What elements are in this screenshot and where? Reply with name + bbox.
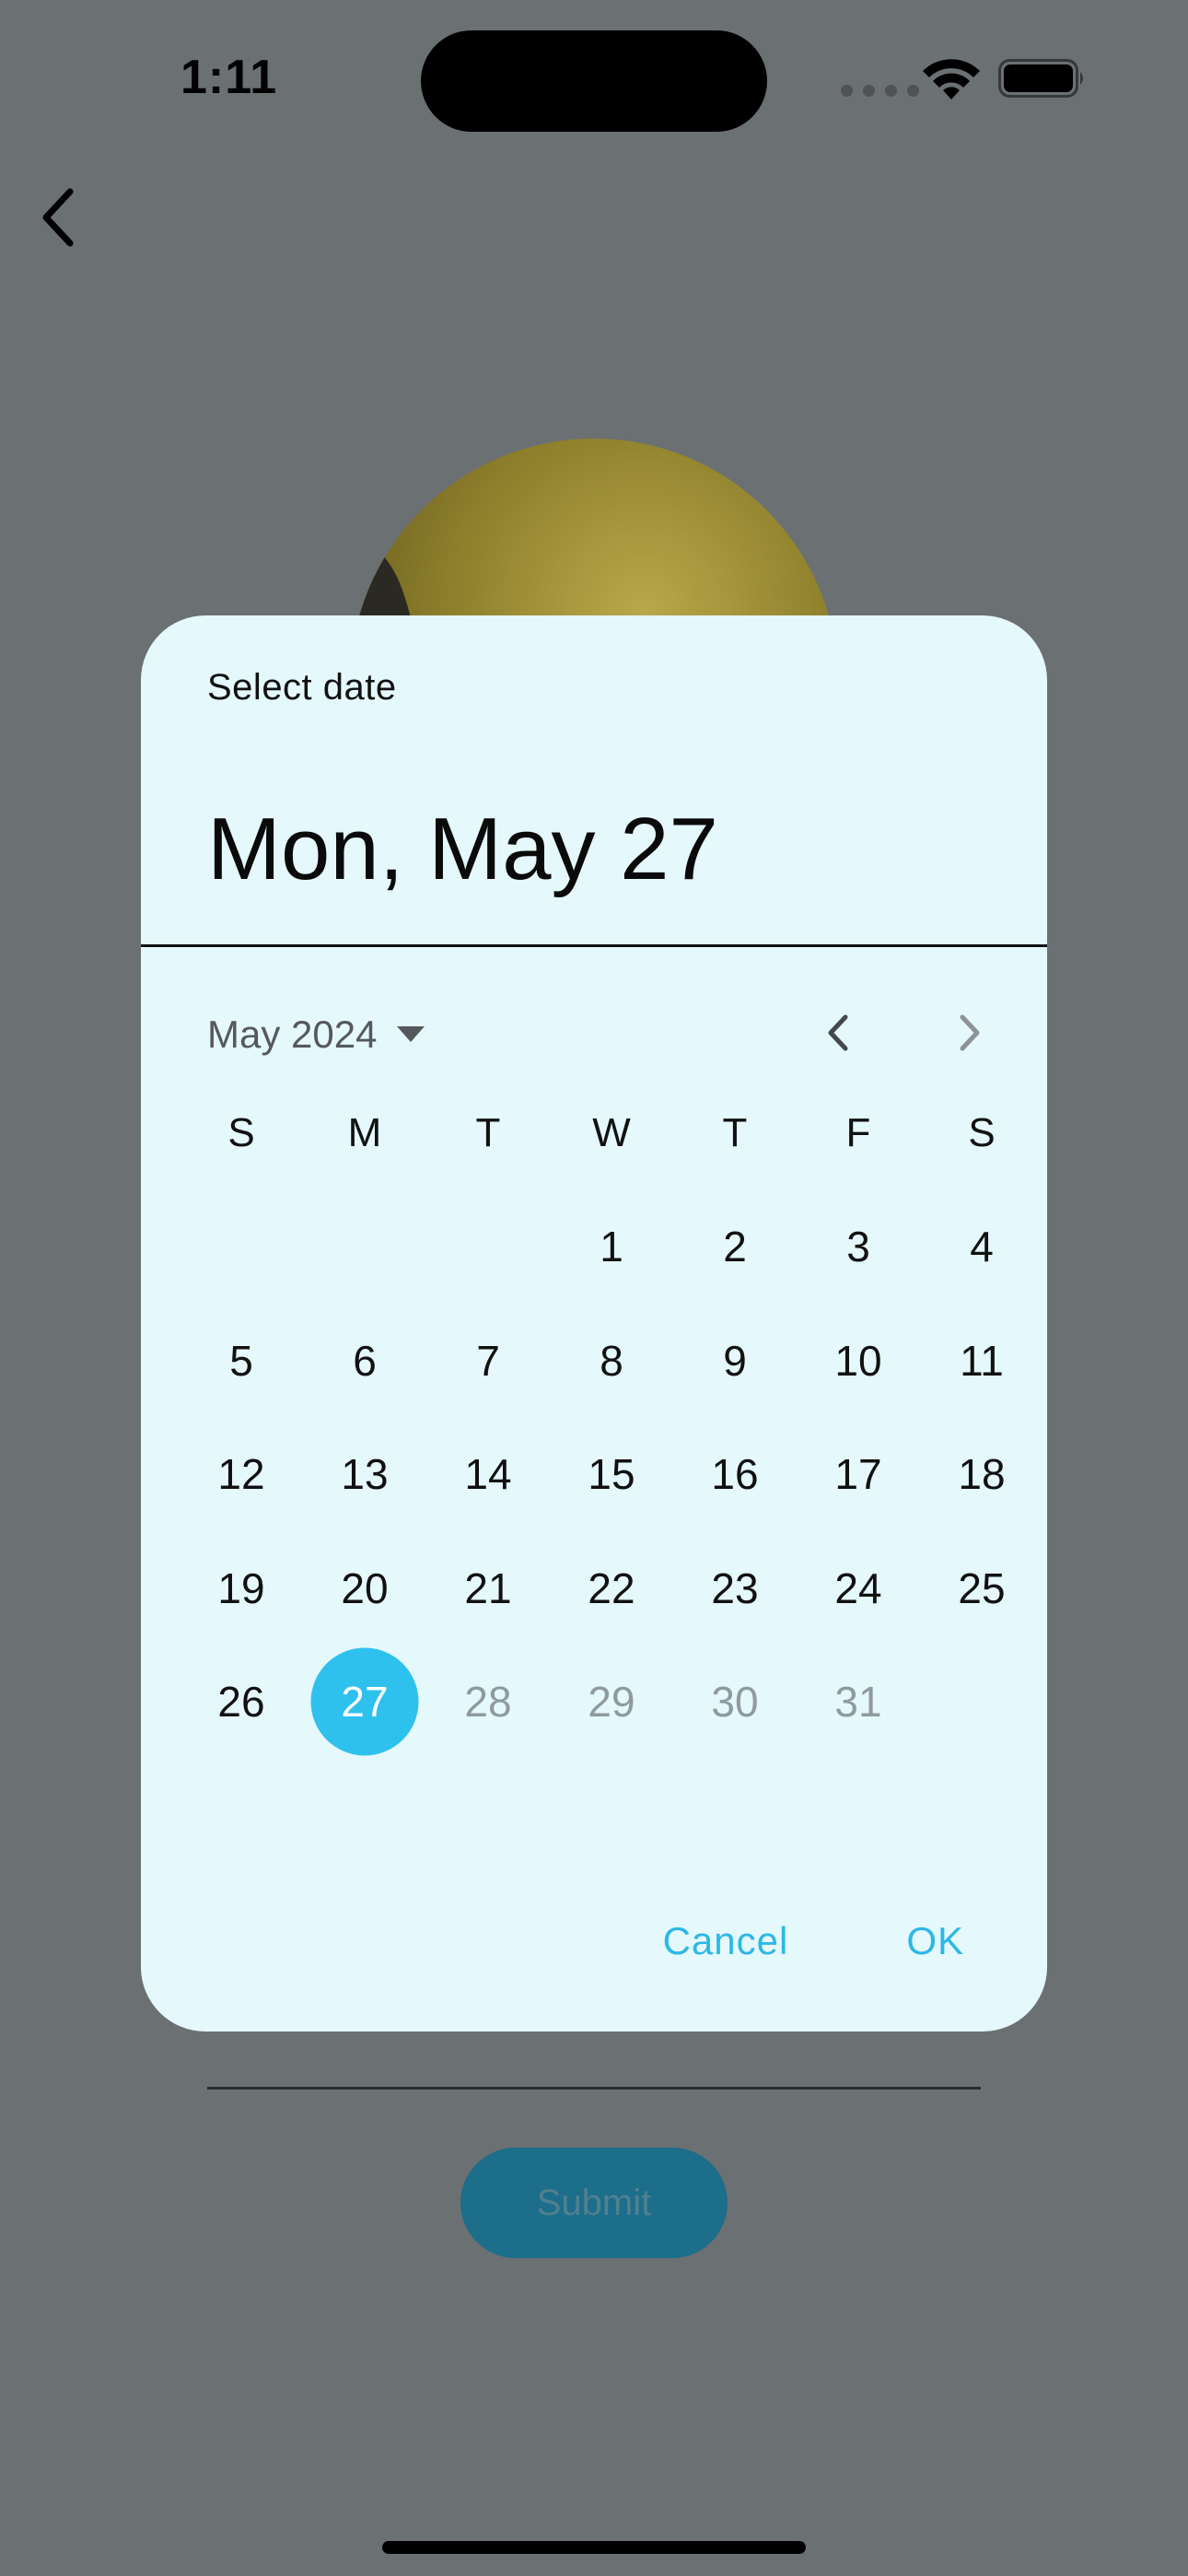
day-number: 30 <box>711 1678 759 1727</box>
day-cell[interactable]: 20 <box>303 1531 426 1645</box>
dialog-actions: Cancel OK <box>663 1901 964 1982</box>
day-number: 31 <box>834 1678 882 1727</box>
status-time: 1:11 <box>181 51 278 104</box>
day-cell[interactable]: 12 <box>180 1418 303 1532</box>
wifi-icon <box>923 59 980 100</box>
day-number: 15 <box>588 1450 635 1499</box>
day-cell[interactable]: 3 <box>797 1190 920 1305</box>
weekday-header: F <box>845 1109 871 1155</box>
weekday-header: W <box>592 1109 631 1155</box>
day-number: 26 <box>217 1678 265 1727</box>
day-number: 27 <box>341 1678 389 1727</box>
day-cell[interactable]: 18 <box>920 1418 1043 1532</box>
day-cell[interactable]: 8 <box>550 1304 673 1418</box>
day-number: 13 <box>341 1450 389 1499</box>
dynamic-island <box>421 30 767 132</box>
day-number: 2 <box>723 1223 747 1271</box>
day-number: 16 <box>711 1450 759 1499</box>
day-number: 22 <box>588 1563 635 1612</box>
empty-day-cell <box>180 1190 303 1305</box>
selected-date-headline: Mon, May 27 <box>207 800 718 898</box>
weekday-header: S <box>227 1109 255 1155</box>
header-divider <box>141 944 1047 947</box>
weekday-header: T <box>722 1109 748 1155</box>
calendar-grid: S M T W T F S 1 2 3 4 5 6 7 8 9 10 11 12 13 14 15 16 17 18 19 20 21… <box>180 1076 1042 1759</box>
day-cell: 28 <box>426 1645 550 1760</box>
day-cell[interactable]: 10 <box>797 1304 920 1418</box>
day-cell[interactable]: 13 <box>303 1418 426 1532</box>
day-number: 14 <box>464 1450 512 1499</box>
day-number: 29 <box>588 1678 635 1727</box>
day-cell: 29 <box>550 1645 673 1760</box>
day-number: 12 <box>217 1450 265 1499</box>
chevron-left-icon <box>828 1014 848 1051</box>
day-cell: 31 <box>797 1645 920 1760</box>
day-number: 21 <box>464 1563 512 1612</box>
day-number: 19 <box>217 1563 265 1612</box>
next-month-button[interactable] <box>928 991 1011 1074</box>
day-number: 24 <box>834 1563 882 1612</box>
empty-day-cell <box>303 1190 426 1305</box>
ok-button[interactable]: OK <box>906 1901 964 1982</box>
month-year-dropdown[interactable]: May 2024 <box>207 993 425 1076</box>
day-number: 3 <box>846 1223 870 1271</box>
selected-day-cell[interactable]: 27 <box>303 1645 426 1760</box>
empty-day-cell <box>426 1190 550 1305</box>
day-cell[interactable]: 25 <box>920 1531 1043 1645</box>
day-cell[interactable]: 16 <box>673 1418 797 1532</box>
cancel-button[interactable]: Cancel <box>663 1901 789 1982</box>
day-number: 8 <box>600 1336 623 1385</box>
date-picker-dialog: Select date Mon, May 27 May 2024 S M T W T F S… <box>141 615 1047 2032</box>
weekday-header: T <box>475 1109 501 1155</box>
day-cell[interactable]: 1 <box>550 1190 673 1305</box>
submit-button[interactable]: Submit <box>460 2148 728 2258</box>
day-number: 28 <box>464 1678 512 1727</box>
day-cell[interactable]: 15 <box>550 1418 673 1532</box>
chevron-right-icon <box>960 1014 980 1051</box>
day-cell[interactable]: 11 <box>920 1304 1043 1418</box>
dialog-label: Select date <box>207 667 397 708</box>
day-number: 4 <box>970 1223 994 1271</box>
battery-icon <box>998 59 1083 98</box>
day-cell[interactable]: 5 <box>180 1304 303 1418</box>
day-number: 20 <box>341 1563 389 1612</box>
day-cell[interactable]: 6 <box>303 1304 426 1418</box>
day-number: 18 <box>958 1450 1006 1499</box>
day-number: 10 <box>834 1336 882 1385</box>
day-cell[interactable]: 17 <box>797 1418 920 1532</box>
day-cell[interactable]: 9 <box>673 1304 797 1418</box>
day-number: 9 <box>723 1336 747 1385</box>
day-cell[interactable]: 19 <box>180 1531 303 1645</box>
chevron-left-icon <box>42 188 74 247</box>
caret-down-icon <box>397 1026 425 1042</box>
empty-day-cell <box>920 1645 1043 1760</box>
previous-month-button[interactable] <box>797 991 879 1074</box>
weekday-header: S <box>968 1109 996 1155</box>
day-number: 5 <box>229 1336 253 1385</box>
day-number: 17 <box>834 1450 882 1499</box>
day-number: 7 <box>476 1336 500 1385</box>
day-cell[interactable]: 23 <box>673 1531 797 1645</box>
day-number: 11 <box>960 1336 1004 1385</box>
day-cell[interactable]: 24 <box>797 1531 920 1645</box>
day-cell[interactable]: 2 <box>673 1190 797 1305</box>
day-number: 6 <box>353 1336 377 1385</box>
day-cell: 30 <box>673 1645 797 1760</box>
weekday-header: M <box>347 1109 382 1155</box>
day-number: 23 <box>711 1563 759 1612</box>
day-number: 25 <box>958 1563 1006 1612</box>
day-cell[interactable]: 4 <box>920 1190 1043 1305</box>
day-number: 1 <box>600 1223 623 1271</box>
day-cell[interactable]: 21 <box>426 1531 550 1645</box>
day-cell[interactable]: 26 <box>180 1645 303 1760</box>
day-cell[interactable]: 14 <box>426 1418 550 1532</box>
day-cell[interactable]: 22 <box>550 1531 673 1645</box>
date-field-underline <box>207 2087 981 2090</box>
home-indicator <box>382 2541 806 2554</box>
day-cell[interactable]: 7 <box>426 1304 550 1418</box>
month-year-label: May 2024 <box>207 1013 378 1056</box>
cellular-signal-icon <box>841 85 922 98</box>
back-button[interactable] <box>33 181 88 254</box>
